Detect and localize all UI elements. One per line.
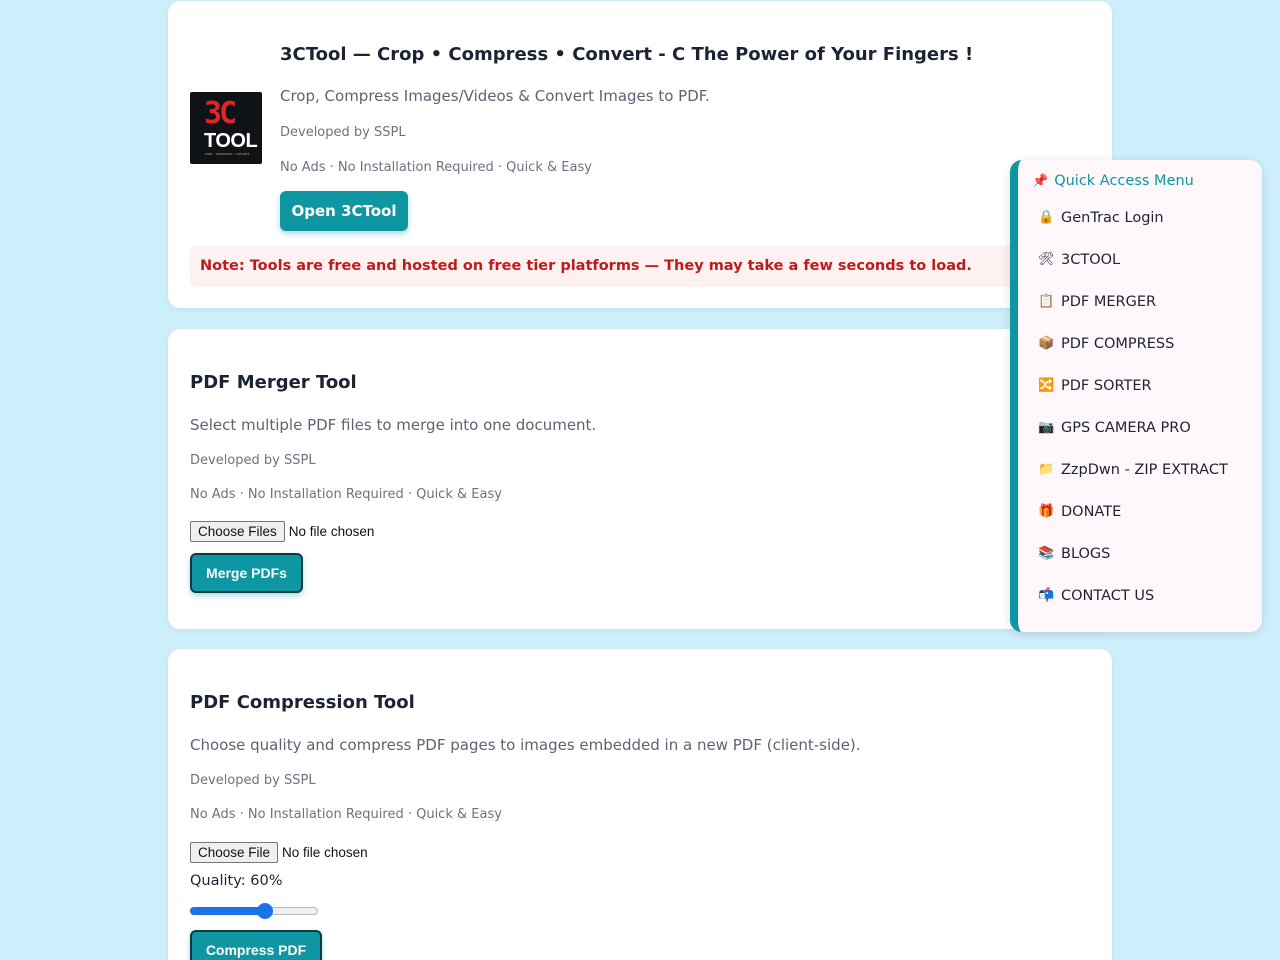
choose-files-button[interactable]: Choose Files xyxy=(190,521,285,542)
quick-access-item-blogs[interactable]: 📚 BLOGS xyxy=(1038,543,1110,565)
quick-access-item-gentrac-login[interactable]: 🔒 GenTrac Login xyxy=(1038,207,1164,229)
quick-access-item-label: PDF SORTER xyxy=(1061,378,1152,394)
camera-icon: 📷 xyxy=(1038,420,1055,435)
quick-access-item-pdf-merger[interactable]: 📋 PDF MERGER xyxy=(1038,291,1156,313)
quick-access-item-label: PDF MERGER xyxy=(1061,294,1157,310)
quick-access-item-gps-camera-pro[interactable]: 📷 GPS CAMERA PRO xyxy=(1038,417,1191,439)
compress-pdf-button[interactable]: Compress PDF xyxy=(190,930,322,960)
tool-card-3ctool: 3C TOOL crop · compress · convert 3CTool… xyxy=(168,1,1112,308)
tool-title: 3CTool — Crop • Compress • Convert - C T… xyxy=(280,44,974,65)
choose-file-button[interactable]: Choose File xyxy=(190,842,279,863)
books-icon: 📚 xyxy=(1038,546,1055,561)
quick-access-item-label: BLOGS xyxy=(1061,546,1111,562)
quick-access-menu: 📌 Quick Access Menu 🔒 GenTrac Login 🛠 3CTOO… xyxy=(1010,160,1262,632)
compress-features: No Ads · No Installation Required · Quic… xyxy=(190,807,502,822)
merger-developer: Developed by SSPL xyxy=(190,453,316,468)
compress-file-input[interactable]: Choose File No file chosen xyxy=(190,842,368,863)
quick-access-item-label: CONTACT US xyxy=(1061,588,1155,604)
shuffle-icon: 🔀 xyxy=(1038,378,1055,393)
quick-access-item-label: DONATE xyxy=(1061,504,1122,520)
hosting-note: Note: Tools are free and hosted on free … xyxy=(190,246,1090,287)
merger-file-status: No file chosen xyxy=(288,524,375,539)
quick-access-item-label: GenTrac Login xyxy=(1061,210,1164,226)
gift-icon: 🎁 xyxy=(1038,504,1055,519)
tool-card-pdf-merger: PDF Merger Tool Select multiple PDF file… xyxy=(168,329,1112,629)
logo-tagline: crop · compress · convert xyxy=(204,152,250,156)
quick-access-item-donate[interactable]: 🎁 DONATE xyxy=(1038,501,1121,523)
quality-slider[interactable] xyxy=(190,903,318,919)
tool-description: Crop, Compress Images/Videos & Convert I… xyxy=(280,87,710,105)
merger-description: Select multiple PDF files to merge into … xyxy=(190,416,597,434)
quality-slider-thumb[interactable] xyxy=(257,903,274,919)
quick-access-item-pdf-sorter[interactable]: 🔀 PDF SORTER xyxy=(1038,375,1152,397)
quick-access-item-label: 3CTOOL xyxy=(1061,252,1121,268)
quick-access-item-label: GPS CAMERA PRO xyxy=(1061,420,1191,436)
3ctool-logo: 3C TOOL crop · compress · convert xyxy=(190,92,262,164)
quick-access-item-contact-us[interactable]: 📬 CONTACT US xyxy=(1038,585,1154,607)
quick-access-item-label: ZzpDwn - ZIP EXTRACT xyxy=(1061,462,1228,478)
pushpin-icon: 📌 xyxy=(1032,173,1049,189)
compress-file-status: No file chosen xyxy=(282,845,368,860)
quick-access-item-pdf-compress[interactable]: 📦 PDF COMPRESS xyxy=(1038,333,1174,355)
tool-developer: Developed by SSPL xyxy=(280,125,406,140)
logo-tool-word: TOOL xyxy=(204,130,258,152)
merger-features: No Ads · No Installation Required · Quic… xyxy=(190,487,502,502)
open-3ctool-button[interactable]: Open 3CTool xyxy=(280,191,408,231)
tool-card-pdf-compress: PDF Compression Tool Choose quality and … xyxy=(168,649,1112,960)
compress-developer: Developed by SSPL xyxy=(190,773,316,788)
quick-access-item-zzpdwn-zip-extract[interactable]: 📁 ZzpDwn - ZIP EXTRACT xyxy=(1038,459,1228,481)
mailbox-icon: 📬 xyxy=(1038,588,1055,603)
zip-folder-icon: 📁 xyxy=(1038,462,1055,477)
quick-access-item-3ctool[interactable]: 🛠 3CTOOL xyxy=(1038,249,1120,271)
merger-file-input[interactable]: Choose Files No file chosen xyxy=(190,521,374,542)
tools-icon: 🛠 xyxy=(1038,252,1055,267)
compress-title: PDF Compression Tool xyxy=(190,692,415,713)
compress-description: Choose quality and compress PDF pages to… xyxy=(190,736,861,754)
merge-pdfs-button[interactable]: Merge PDFs xyxy=(190,553,303,593)
quality-label: Quality: 60% xyxy=(190,873,283,889)
quality-slider-fill xyxy=(190,907,266,915)
quick-access-item-label: PDF COMPRESS xyxy=(1061,336,1175,352)
merger-title: PDF Merger Tool xyxy=(190,372,357,393)
tool-features: No Ads · No Installation Required · Quic… xyxy=(280,160,592,175)
lock-icon: 🔒 xyxy=(1038,210,1055,225)
quick-access-title: 📌 Quick Access Menu xyxy=(1032,173,1194,189)
logo-3c-mark: 3C xyxy=(204,96,237,131)
package-icon: 📦 xyxy=(1038,336,1055,351)
clipboard-icon: 📋 xyxy=(1038,294,1055,309)
quick-access-title-text: Quick Access Menu xyxy=(1054,173,1194,189)
